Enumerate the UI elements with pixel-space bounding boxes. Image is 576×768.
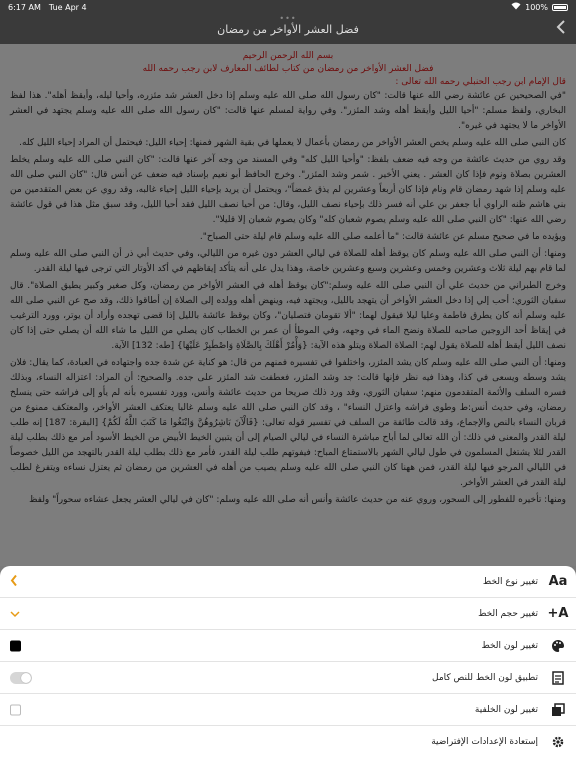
font-type-row[interactable]: Aa تغيير نوع الخط [0, 566, 576, 598]
font-color-swatch[interactable] [10, 640, 21, 651]
background-color-label: تغيير لون الخلفية [474, 704, 538, 715]
basmala: بسم الله الرحمن الرحيم [242, 51, 334, 61]
background-color-swatch[interactable] [10, 704, 21, 715]
paragraph: ومنها: أن النبي صلى الله عليه وسلم كان ي… [10, 249, 566, 274]
chevron-left-icon[interactable] [10, 574, 18, 589]
chevron-left-icon[interactable] [552, 20, 570, 38]
status-bar: 6:17 AM Tue Apr 4 100% [0, 0, 576, 14]
status-date: Tue Apr 4 [48, 2, 87, 12]
apply-text-icon [548, 668, 568, 688]
font-color-row[interactable]: تغيير لون الخط [0, 630, 576, 662]
status-time: 6:17 AM [8, 2, 41, 12]
paragraph: ويؤيده ما في صحيح مسلم عن عائشة قالت: "م… [199, 232, 566, 242]
paragraph: ومنها: أن النبي صلى الله عليه وسلم كان ي… [10, 358, 566, 488]
font-size-label: تغيير حجم الخط [478, 608, 538, 619]
paragraph: "في الصحيحين عن عائشة رضي الله عنها قالت… [10, 91, 566, 131]
article-subtitle: فضل العشر الأواخر من رمضان من كتاب لطائف… [142, 64, 434, 74]
nav-bar: ••• فضل العشر الأواخر من رمضان [0, 14, 576, 44]
reset-gear-icon [548, 732, 568, 752]
reset-defaults-label: إستعادة الإعدادات الإفتراضية [431, 737, 538, 747]
apply-color-toggle[interactable] [10, 671, 32, 684]
apply-color-row[interactable]: تطبيق لون الخط للنص كامل [0, 662, 576, 694]
palette-icon [548, 636, 568, 656]
paragraph: ومنها: تأخيره للفطور إلى السحور، وروي عن… [29, 495, 566, 505]
article-content: بسم الله الرحمن الرحيم فضل العشر الأواخر… [0, 44, 576, 566]
multitask-dots[interactable]: ••• [279, 14, 296, 23]
font-size-icon: A+ [547, 606, 569, 621]
apply-color-label: تطبيق لون الخط للنص كامل [432, 672, 538, 683]
page-title: فضل العشر الأواخر من رمضان [217, 22, 359, 36]
font-type-icon: Aa [548, 574, 568, 589]
font-size-row[interactable]: A+ تغيير حجم الخط [0, 598, 576, 630]
battery-icon [552, 3, 568, 11]
paragraph: وخرج الطبراني من حديث علي أن النبي صلى ا… [10, 281, 566, 351]
font-color-label: تغيير لون الخط [481, 640, 538, 651]
font-type-label: تغيير نوع الخط [482, 576, 538, 587]
settings-sheet: Aa تغيير نوع الخط A+ تغيير حجم الخط تغيي… [0, 566, 576, 768]
article-intro: قال الإمام ابن رجب الحنبلي رحمه الله تعا… [395, 77, 566, 87]
paragraph: كان النبي صلى الله عليه وسلم يخص العشر ا… [19, 138, 566, 148]
chevron-down-icon[interactable] [10, 607, 20, 621]
battery-percent: 100% [525, 2, 548, 12]
background-icon [548, 700, 568, 720]
reset-defaults-row[interactable]: إستعادة الإعدادات الإفتراضية [0, 726, 576, 758]
paragraph: وقد روي من حديث عائشة من وجه فيه ضعف بلف… [10, 155, 566, 225]
background-color-row[interactable]: تغيير لون الخلفية [0, 694, 576, 726]
wifi-icon [511, 2, 521, 12]
